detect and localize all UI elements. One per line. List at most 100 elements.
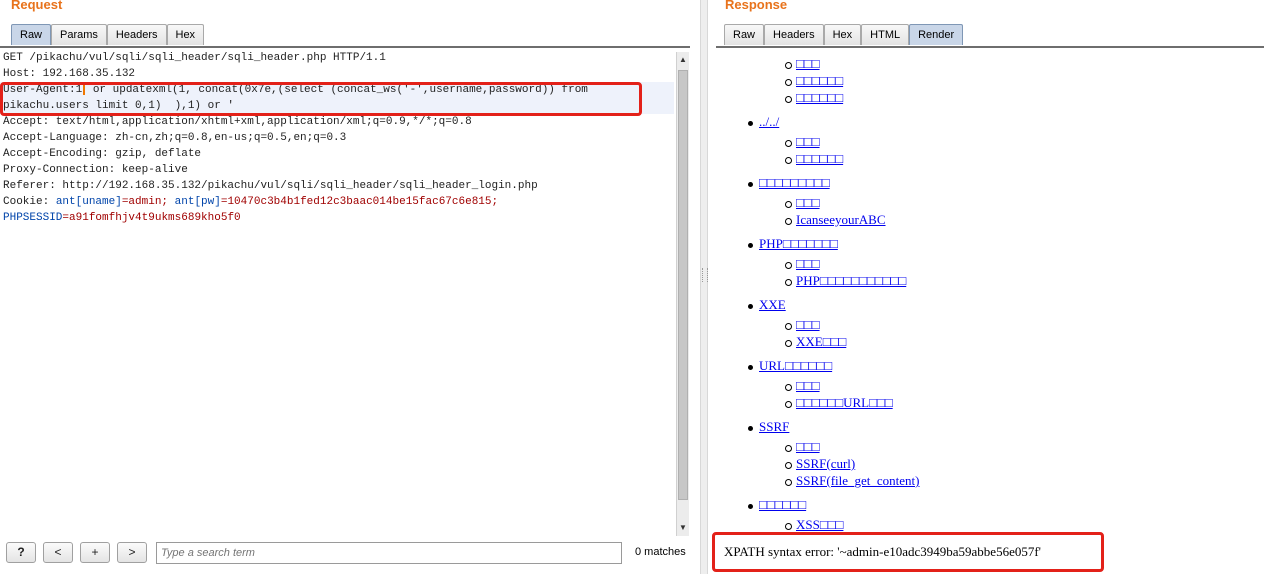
nav-link[interactable]: XXE□□□: [796, 334, 846, 349]
nav-link[interactable]: XXE: [759, 297, 786, 312]
disc-bullet-icon: [748, 120, 753, 126]
list-item: □□□: [785, 317, 820, 333]
list-item: SSRF(curl): [785, 456, 855, 472]
request-editor[interactable]: GET /pikachu/vul/sqli/sqli_header/sqli_h…: [0, 50, 674, 538]
help-button[interactable]: ?: [6, 542, 36, 563]
nav-link[interactable]: SSRF: [759, 419, 789, 434]
previous-button[interactable]: <: [43, 542, 73, 563]
disc-bullet-icon: [748, 364, 753, 370]
response-tab-render[interactable]: Render: [909, 24, 964, 45]
disc-bullet-icon: [748, 425, 753, 431]
nav-link[interactable]: □□□: [796, 378, 820, 393]
nav-link[interactable]: SSRF(file_get_content): [796, 473, 920, 488]
list-item: SSRF(file_get_content): [785, 473, 920, 489]
response-tab-hex[interactable]: Hex: [823, 24, 862, 45]
next-button[interactable]: >: [117, 542, 147, 563]
scroll-up-icon[interactable]: ▲: [677, 54, 689, 66]
request-pane: Request Raw Params Headers Hex GET /pika…: [0, 0, 700, 574]
nav-link[interactable]: XSS□□□: [796, 517, 843, 532]
response-tab-headers[interactable]: Headers: [764, 24, 824, 45]
scroll-down-icon[interactable]: ▼: [677, 522, 689, 534]
request-tab-hex[interactable]: Hex: [166, 24, 205, 45]
circle-bullet-icon: [785, 444, 792, 452]
list-item: □□□□□□: [785, 73, 843, 89]
disc-bullet-icon: [748, 303, 753, 309]
cookie-value: =admin;: [121, 196, 175, 208]
request-title: Request: [11, 0, 63, 12]
request-line: Host: 192.168.35.132: [3, 68, 136, 80]
request-tab-params[interactable]: Params: [51, 24, 107, 45]
request-line-cookie: Cookie: ant[uname]=admin; ant[pw]=10470c…: [0, 194, 674, 210]
disc-bullet-icon: [748, 503, 753, 509]
list-item: URL□□□□□□: [748, 357, 832, 374]
request-line: Accept: text/html,application/xhtml+xml,…: [3, 116, 472, 128]
pane-splitter[interactable]: [700, 0, 708, 574]
circle-bullet-icon: [785, 78, 792, 86]
circle-bullet-icon: [785, 383, 792, 391]
search-toolbar: ? < + > 0 matches: [0, 536, 700, 574]
nav-link[interactable]: URL□□□□□□: [759, 358, 832, 373]
nav-link[interactable]: IcanseeyourABC: [796, 212, 886, 227]
response-pane: Response Raw Headers Hex HTML Render □□□…: [708, 0, 1264, 574]
list-item: □□□: [785, 134, 820, 150]
request-tab-divider: [0, 46, 690, 48]
list-item: PHP□□□□□□□□□□□: [785, 273, 906, 289]
disc-bullet-icon: [748, 181, 753, 187]
nav-link[interactable]: □□□: [796, 134, 820, 149]
nav-link[interactable]: PHP□□□□□□□: [759, 236, 838, 251]
response-tab-raw[interactable]: Raw: [724, 24, 765, 45]
nav-link[interactable]: □□□: [796, 317, 820, 332]
nav-link[interactable]: □□□□□□URL□□□: [796, 395, 893, 410]
highlight-box-error: [712, 532, 1104, 572]
circle-bullet-icon: [785, 261, 792, 269]
nav-link[interactable]: □□□: [796, 256, 820, 271]
list-item: IcanseeyourABC: [785, 212, 886, 228]
nav-link[interactable]: PHP□□□□□□□□□□□: [796, 273, 906, 288]
request-line-session: PHPSESSID=a91fomfhjv4t9ukms689kho5f0: [0, 210, 674, 226]
cookie-label: Cookie:: [3, 196, 56, 208]
list-item: □□□□□□□□□: [748, 174, 830, 191]
nav-link[interactable]: □□□□□□: [759, 497, 806, 512]
request-line: Accept-Language: zh-cn,zh;q=0.8,en-us;q=…: [3, 132, 347, 144]
nav-link[interactable]: ../../: [759, 114, 779, 129]
nav-link[interactable]: □□□□□□□□□: [759, 175, 830, 190]
list-item: XXE: [748, 296, 786, 313]
cookie-name: ant[pw]: [174, 196, 221, 208]
request-scrollbar[interactable]: ▲ ▼: [676, 52, 689, 536]
cookie-value: =10470c3b4b1fed12c3baac014be15fac67c6e81…: [220, 196, 499, 208]
list-item: □□□□□□: [748, 496, 806, 513]
nav-link[interactable]: □□□: [796, 195, 820, 210]
list-item: XSS□□□: [785, 517, 843, 533]
circle-bullet-icon: [785, 400, 792, 408]
request-line: Accept-Encoding: gzip, deflate: [3, 148, 202, 160]
list-item: □□□: [785, 378, 820, 394]
circle-bullet-icon: [785, 200, 792, 208]
circle-bullet-icon: [785, 156, 792, 164]
list-item: □□□□□□: [785, 151, 843, 167]
cookie-name: ant[uname]: [55, 196, 122, 208]
cookie-value: =a91fomfhjv4t9ukms689kho5f0: [62, 212, 241, 224]
list-item: □□□: [785, 56, 820, 72]
request-tab-raw[interactable]: Raw: [11, 24, 52, 45]
nav-link[interactable]: □□□□□□: [796, 90, 843, 105]
circle-bullet-icon: [785, 217, 792, 225]
nav-link[interactable]: □□□: [796, 56, 820, 71]
list-item: PHP□□□□□□□: [748, 235, 838, 252]
nav-link[interactable]: □□□□□□: [796, 151, 843, 166]
cookie-name: PHPSESSID: [3, 212, 63, 224]
circle-bullet-icon: [785, 522, 792, 530]
circle-bullet-icon: [785, 339, 792, 347]
list-item: □□□□□□: [785, 90, 843, 106]
nav-link[interactable]: □□□: [796, 439, 820, 454]
request-line: Referer: http://192.168.35.132/pikachu/v…: [3, 180, 538, 192]
response-tab-divider: [716, 46, 1264, 48]
response-title: Response: [725, 0, 788, 12]
scroll-thumb[interactable]: [678, 70, 688, 500]
response-tab-html[interactable]: HTML: [861, 24, 910, 45]
search-input[interactable]: [156, 542, 622, 564]
request-tabs: Raw Params Headers Hex: [11, 24, 205, 46]
nav-link[interactable]: SSRF(curl): [796, 456, 855, 471]
add-button[interactable]: +: [80, 542, 110, 563]
nav-link[interactable]: □□□□□□: [796, 73, 843, 88]
request-tab-headers[interactable]: Headers: [106, 24, 167, 45]
